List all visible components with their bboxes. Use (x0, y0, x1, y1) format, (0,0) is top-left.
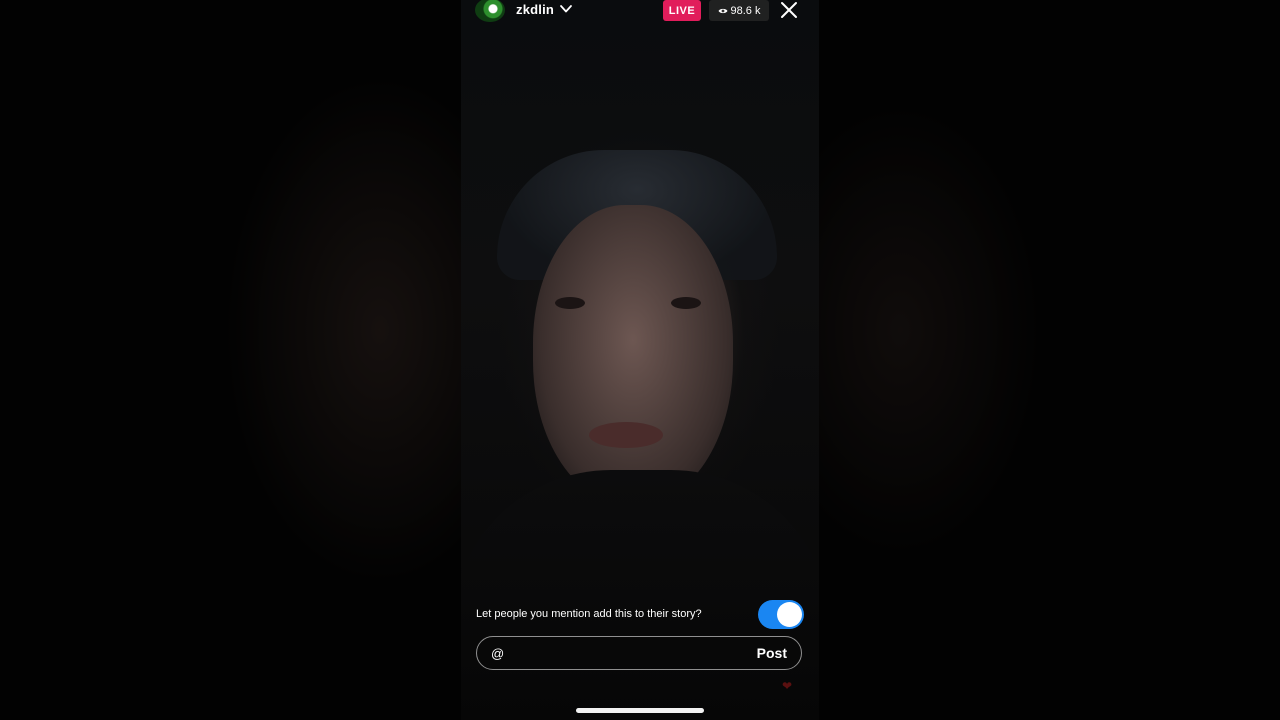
viewer-count-badge[interactable]: 98.6 k (709, 0, 769, 21)
comment-composer: @ Post (476, 636, 802, 670)
mention-story-toggle[interactable] (758, 600, 804, 629)
comment-input[interactable] (507, 643, 731, 665)
video-subject-left-eye (555, 297, 585, 309)
heart-reaction-icon: ❤ (782, 679, 793, 693)
mention-story-prompt: Let people you mention add this to their… (476, 608, 702, 620)
viewer-count: 98.6 k (730, 4, 761, 17)
toggle-knob (777, 602, 802, 627)
post-button[interactable]: Post (757, 645, 787, 661)
live-top-bar: zkdlin LIVE 98.6 k (475, 0, 805, 22)
broadcaster-username[interactable]: zkdlin (516, 2, 554, 17)
video-subject-hoodie (461, 470, 819, 720)
video-subject-right-eye (671, 297, 701, 309)
chevron-down-icon[interactable] (559, 3, 573, 15)
live-stream-screen: zkdlin LIVE 98.6 k Let people you mentio… (0, 0, 1280, 720)
home-indicator[interactable] (576, 708, 704, 713)
mention-story-row: Let people you mention add this to their… (476, 600, 806, 630)
video-subject-face (533, 205, 733, 505)
live-badge: LIVE (663, 0, 701, 21)
video-subject-mouth (589, 422, 663, 448)
profile-avatar[interactable] (475, 0, 505, 22)
live-badge-label: LIVE (668, 4, 696, 17)
eye-icon (718, 8, 728, 13)
close-icon[interactable] (779, 0, 799, 20)
mention-prefix: @ (491, 646, 505, 661)
